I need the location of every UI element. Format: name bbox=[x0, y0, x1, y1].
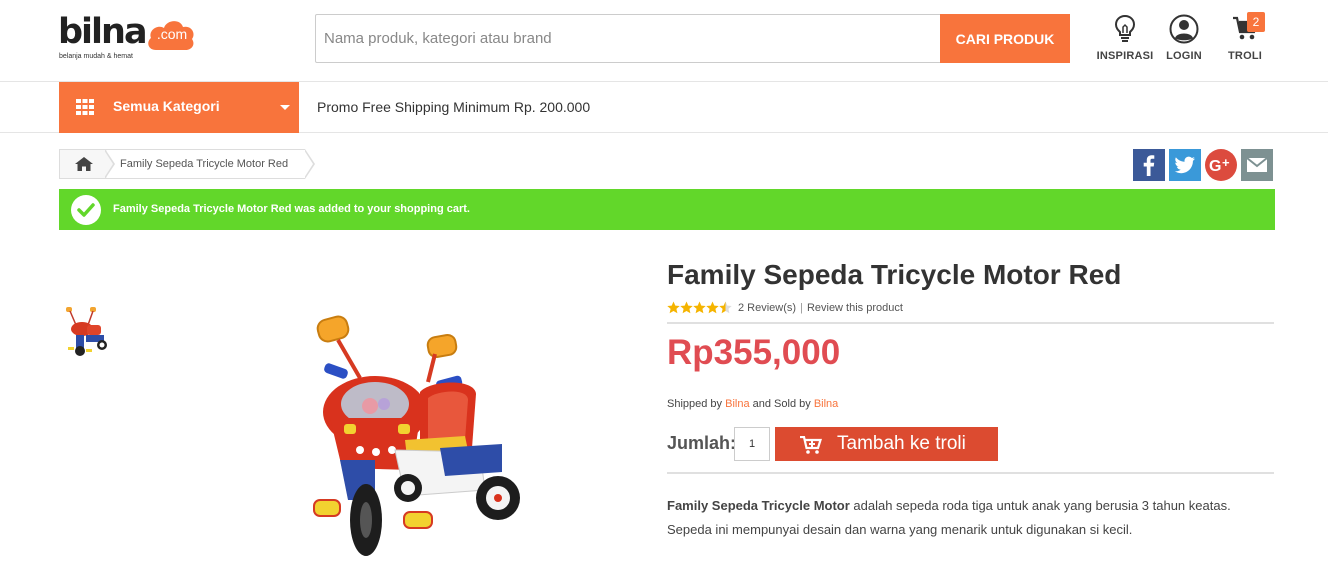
divider bbox=[667, 472, 1274, 474]
login-link[interactable]: LOGIN bbox=[1154, 14, 1214, 62]
shipped-by-label: Shipped by bbox=[667, 398, 723, 410]
alert-message: Family Sepeda Tricycle Motor Red was add… bbox=[113, 203, 470, 215]
review-this-product-link[interactable]: Review this product bbox=[807, 302, 903, 314]
troli-link[interactable]: 2 TROLI bbox=[1215, 12, 1275, 62]
reviews-info: 2 Review(s) | Review this product bbox=[738, 302, 903, 314]
quantity-input[interactable] bbox=[734, 427, 770, 461]
inspirasi-label: INSPIRASI bbox=[1096, 50, 1154, 62]
promo-text: Promo Free Shipping Minimum Rp. 200.000 bbox=[317, 99, 591, 115]
product-title: Family Sepeda Tricycle Motor Red bbox=[667, 259, 1122, 290]
product-thumbnail[interactable] bbox=[60, 305, 114, 361]
rating-stars-icon bbox=[667, 301, 732, 314]
add-to-cart-button[interactable]: Tambah ke troli bbox=[775, 427, 998, 461]
logo-word: bilna bbox=[58, 12, 148, 52]
bilna-logo[interactable]: bilna .com belanja mudah & hemat bbox=[58, 14, 198, 60]
email-icon[interactable] bbox=[1241, 149, 1273, 181]
success-alert: Family Sepeda Tricycle Motor Red was add… bbox=[59, 189, 1275, 230]
sold-by-link[interactable]: Bilna bbox=[814, 398, 838, 410]
shipped-by-link[interactable]: Bilna bbox=[725, 398, 749, 410]
lightbulb-icon bbox=[1114, 14, 1136, 42]
grid-icon bbox=[76, 99, 94, 115]
facebook-icon[interactable] bbox=[1133, 149, 1165, 181]
inspirasi-link[interactable]: INSPIRASI bbox=[1095, 14, 1155, 62]
search-bar: CARI PRODUK bbox=[315, 14, 1070, 63]
home-icon bbox=[75, 157, 93, 171]
search-input[interactable] bbox=[316, 15, 939, 62]
search-button[interactable]: CARI PRODUK bbox=[940, 14, 1070, 63]
description-product-name: Family Sepeda Tricycle Motor bbox=[667, 498, 850, 513]
cart-count-badge: 2 bbox=[1247, 12, 1265, 32]
breadcrumb-home[interactable] bbox=[59, 149, 107, 179]
login-label: LOGIN bbox=[1166, 50, 1202, 62]
google-plus-icon[interactable]: G + bbox=[1205, 149, 1237, 181]
twitter-icon[interactable] bbox=[1169, 149, 1201, 181]
nav-bar: Semua Kategori Promo Free Shipping Minim… bbox=[0, 82, 1328, 133]
product-main-image[interactable] bbox=[280, 300, 550, 562]
user-icon bbox=[1169, 14, 1199, 44]
reviews-separator: | bbox=[800, 302, 803, 314]
svg-text:+: + bbox=[1222, 155, 1230, 170]
breadcrumb-end-inner bbox=[304, 150, 313, 178]
reviews-count-link[interactable]: 2 Review(s) bbox=[738, 302, 796, 314]
add-to-cart-label: Tambah ke troli bbox=[837, 433, 966, 454]
chevron-down-icon bbox=[280, 105, 290, 110]
logo-suffix: .com bbox=[156, 26, 188, 42]
logo-tagline: belanja mudah & hemat bbox=[59, 53, 133, 60]
product-description: Family Sepeda Tricycle Motor adalah sepe… bbox=[667, 494, 1277, 542]
divider bbox=[667, 322, 1274, 324]
cart-plus-icon bbox=[800, 436, 822, 454]
quantity-label: Jumlah: bbox=[667, 433, 737, 453]
all-categories-button[interactable]: Semua Kategori bbox=[59, 82, 299, 133]
site-header: bilna .com belanja mudah & hemat CARI PR… bbox=[0, 0, 1328, 82]
troli-label: TROLI bbox=[1228, 50, 1262, 62]
svg-text:G: G bbox=[1209, 158, 1221, 175]
all-categories-label: Semua Kategori bbox=[113, 98, 220, 114]
breadcrumb-current: Family Sepeda Tricycle Motor Red bbox=[105, 149, 305, 179]
sold-by-label: and Sold by bbox=[752, 398, 811, 410]
breadcrumb-separator-inner bbox=[104, 150, 113, 178]
check-icon bbox=[71, 195, 101, 225]
shipped-sold-info: Shipped by Bilna and Sold by Bilna bbox=[667, 398, 838, 410]
product-price: Rp355,000 bbox=[667, 333, 841, 372]
